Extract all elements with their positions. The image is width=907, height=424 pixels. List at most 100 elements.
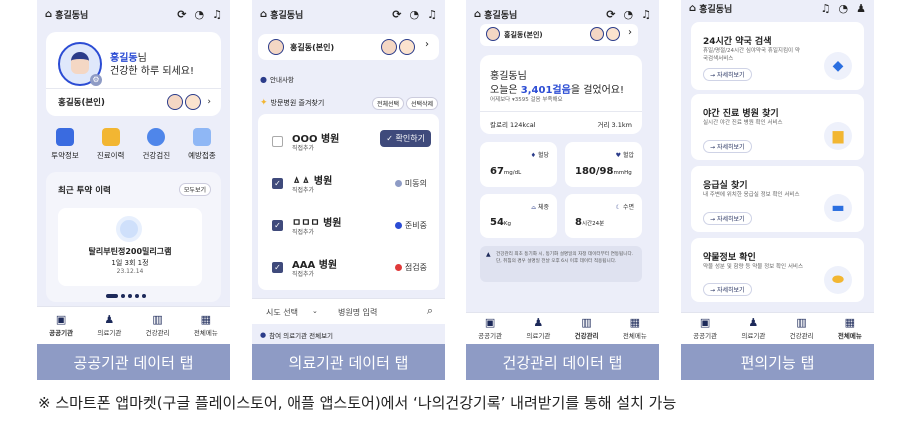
panel-convenience: ⌂ 홍길동님 ♫ ◔ ♟ 24시간 약국 검색 휴일/명절/24시간 심야약국 휴일… bbox=[681, 0, 874, 380]
member-row[interactable]: 홍길동(본인) bbox=[58, 96, 105, 108]
nav-medical[interactable]: ♟ 의료기관 bbox=[526, 317, 550, 340]
doctor-icon: ♟ bbox=[748, 316, 759, 329]
nav-health[interactable]: ▥ 건강관리 bbox=[790, 317, 814, 340]
details-button[interactable]: → 자세히보기 bbox=[703, 212, 752, 225]
people-icon[interactable]: ♟ bbox=[856, 2, 866, 15]
profile-card: ⚙ 홍길동님 건강한 하루 되세요! 홍길동(본인) › bbox=[46, 32, 221, 116]
nav-menu[interactable]: ▦ 전체메뉴 bbox=[838, 317, 862, 340]
nav-public[interactable]: ▣ 공공기관 bbox=[693, 317, 717, 340]
panel-caption: 의료기관 데이터 탭 bbox=[252, 344, 445, 380]
shortcut-checkup[interactable]: 건강검진 bbox=[134, 128, 178, 161]
drug-dose: 1일 3회 1정 bbox=[111, 259, 149, 267]
sync-icon[interactable]: ⟳ bbox=[392, 8, 401, 21]
header-bar: ⌂ 홍길동님 ⟳ ◔ ♫ bbox=[474, 6, 651, 22]
chat-icon[interactable]: ◔ bbox=[410, 8, 420, 21]
phone-screen: ⌂ 홍길동님 ⟳ ◔ ♫ 홍길동(본인) › ● 안내사항 ✦ 방문병원 즐겨찾기 전체… bbox=[252, 0, 445, 344]
panel-medical-data: ⌂ 홍길동님 ⟳ ◔ ♫ 홍길동(본인) › ● 안내사항 ✦ 방문병원 즐겨찾기 전체… bbox=[252, 0, 445, 380]
nav-menu[interactable]: ▦ 전체메뉴 bbox=[623, 317, 647, 340]
night-hospital-card[interactable]: 야간 진료 병원 찾기 실시간 야간 진료 병원 확인 서비스 → 자세히보기 … bbox=[691, 94, 864, 160]
shortcut-treatment[interactable]: 진료이력 bbox=[89, 128, 133, 161]
home-icon[interactable]: ⌂ bbox=[474, 9, 481, 20]
home-icon[interactable]: ⌂ bbox=[45, 9, 52, 20]
nav-medical[interactable]: ♟ 의료기관 bbox=[741, 317, 765, 340]
drug-date: 23.12.14 bbox=[116, 268, 144, 275]
grid-icon: ▦ bbox=[844, 316, 856, 329]
nav-public[interactable]: ▣ 공공기관 bbox=[478, 317, 502, 340]
status-dot-icon bbox=[394, 180, 402, 187]
chat-icon[interactable]: ◔ bbox=[624, 8, 634, 21]
bell-icon[interactable]: ♫ bbox=[427, 8, 437, 21]
checkbox[interactable]: ✓ bbox=[272, 220, 283, 231]
member-selector[interactable]: 홍길동(본인) › bbox=[258, 34, 439, 60]
walk-name: 홍길동님 bbox=[490, 71, 527, 82]
status-badge: 미동의 bbox=[394, 178, 427, 189]
panel-caption: 건강관리 데이터 탭 bbox=[466, 344, 659, 380]
confirm-button[interactable]: ✓ 확인하기 bbox=[380, 130, 431, 147]
nav-health[interactable]: ▥ 건강관리 bbox=[575, 317, 599, 340]
heart-icon: ♥ bbox=[615, 152, 623, 159]
ambulance-icon: ▬ bbox=[824, 194, 852, 222]
building-icon: ▣ bbox=[699, 316, 711, 329]
nav-menu[interactable]: ▦ 전체메뉴 bbox=[194, 314, 218, 337]
drug-info-card[interactable]: 약물정보 확인 약물 성분 및 함량 등 약물 정보 확인 서비스 → 자세히보… bbox=[691, 238, 864, 302]
details-button[interactable]: → 자세히보기 bbox=[703, 68, 752, 81]
chat-icon[interactable]: ◔ bbox=[839, 2, 849, 15]
steps-card[interactable]: 홍길동님 오늘은 3,401걸음을 걸었어요! 어제보다 ▾3595 걸음 부족… bbox=[480, 55, 642, 134]
home-icon[interactable]: ⌂ bbox=[689, 3, 696, 14]
emergency-room-card[interactable]: 응급실 찾기 내 주변에 위치한 응급실 정보 확인 서비스 → 자세히보기 ▬ bbox=[691, 166, 864, 232]
details-button[interactable]: → 자세히보기 bbox=[703, 140, 752, 153]
chat-icon[interactable]: ◔ bbox=[195, 8, 205, 21]
hospital-icon: ▆ bbox=[824, 122, 852, 150]
doctor-icon: ♟ bbox=[533, 316, 544, 329]
checkbox[interactable]: ✓ bbox=[272, 262, 283, 273]
chart-icon: ▥ bbox=[796, 316, 807, 329]
avatar bbox=[381, 39, 397, 55]
member-selector[interactable]: 홍길동(본인) › bbox=[480, 24, 638, 46]
metric-weight[interactable]: ⌓ 체중 54Kg bbox=[480, 194, 557, 238]
notice-row[interactable]: ● 안내사항 bbox=[260, 74, 294, 85]
moon-icon: ☾ bbox=[615, 204, 623, 211]
status-dot-icon bbox=[394, 222, 402, 229]
nav-public[interactable]: ▣ 공공기관 bbox=[49, 314, 73, 337]
participating-link[interactable]: ● 참여 의료기관 전체보기 bbox=[260, 330, 333, 340]
sparkle-icon: ✦ bbox=[260, 98, 268, 108]
shortcut-vaccination[interactable]: 예방접종 bbox=[180, 128, 224, 161]
metric-sleep[interactable]: ☾ 수면 8시간24분 bbox=[565, 194, 642, 238]
bell-icon[interactable]: ♫ bbox=[212, 8, 222, 21]
view-all-button[interactable]: 모두보기 bbox=[178, 183, 211, 196]
home-icon[interactable]: ⌂ bbox=[260, 9, 267, 20]
pharmacy-search-card[interactable]: 24시간 약국 검색 휴일/명절/24시간 심야약국 휴일지킴이 약국검색서비스… bbox=[691, 22, 864, 90]
header-bar: ⌂ 홍길동님 ♫ ◔ ♟ bbox=[689, 0, 866, 16]
walk-compare: 어제보다 ▾3595 걸음 부족해요 bbox=[490, 97, 563, 103]
metric-pressure[interactable]: ♥ 혈압 180/98mmHg bbox=[565, 142, 642, 187]
panel-health-data: ⌂ 홍길동님 ⟳ ◔ ♫ 홍길동(본인) › 홍길동님 오늘은 3,401걸음을 걸… bbox=[466, 0, 659, 380]
metric-glucose[interactable]: ♦ 혈당 67mg/dL bbox=[480, 142, 557, 187]
bell-icon[interactable]: ♫ bbox=[821, 2, 831, 15]
shortcut-medication[interactable]: 투약정보 bbox=[43, 128, 87, 161]
search-icon[interactable]: ⌕ bbox=[427, 304, 433, 318]
select-all-button[interactable]: 전체선택 bbox=[372, 97, 405, 110]
avatar bbox=[167, 94, 184, 110]
delete-selected-button[interactable]: 선택삭제 bbox=[406, 97, 439, 110]
carousel-dots bbox=[106, 294, 146, 298]
chevron-right-icon[interactable]: › bbox=[207, 97, 211, 107]
sync-icon[interactable]: ⟳ bbox=[606, 8, 615, 21]
sync-icon[interactable]: ⟳ bbox=[177, 8, 186, 21]
nav-health[interactable]: ▥ 건강관리 bbox=[146, 314, 170, 337]
gear-icon[interactable]: ⚙ bbox=[90, 74, 102, 86]
medication-item[interactable]: 탈리부틴정200밀리그램 1일 3회 1정 23.12.14 bbox=[58, 208, 202, 286]
heart-icon bbox=[147, 128, 166, 146]
bell-icon[interactable]: ♫ bbox=[641, 8, 651, 21]
checkbox[interactable]: ✓ bbox=[272, 178, 283, 189]
region-select[interactable]: 시도 선택 bbox=[266, 307, 298, 318]
capsule-icon: ⬬ bbox=[824, 266, 852, 294]
header-title: 홍길동님 bbox=[270, 10, 304, 21]
phone-screen: ⌂ 홍길동님 ♫ ◔ ♟ 24시간 약국 검색 휴일/명절/24시간 심야약국 휴일… bbox=[681, 0, 874, 344]
checkbox[interactable] bbox=[272, 136, 283, 147]
hospital-name-input[interactable]: 병원명 입력 bbox=[338, 307, 377, 318]
walk-summary: 오늘은 3,401걸음을 걸었어요! bbox=[490, 85, 624, 96]
nav-medical[interactable]: ♟ 의료기관 bbox=[97, 314, 121, 337]
clipboard-icon bbox=[101, 128, 120, 146]
details-button[interactable]: → 자세히보기 bbox=[703, 283, 752, 296]
chevron-down-icon[interactable]: ⌄ bbox=[312, 307, 318, 315]
